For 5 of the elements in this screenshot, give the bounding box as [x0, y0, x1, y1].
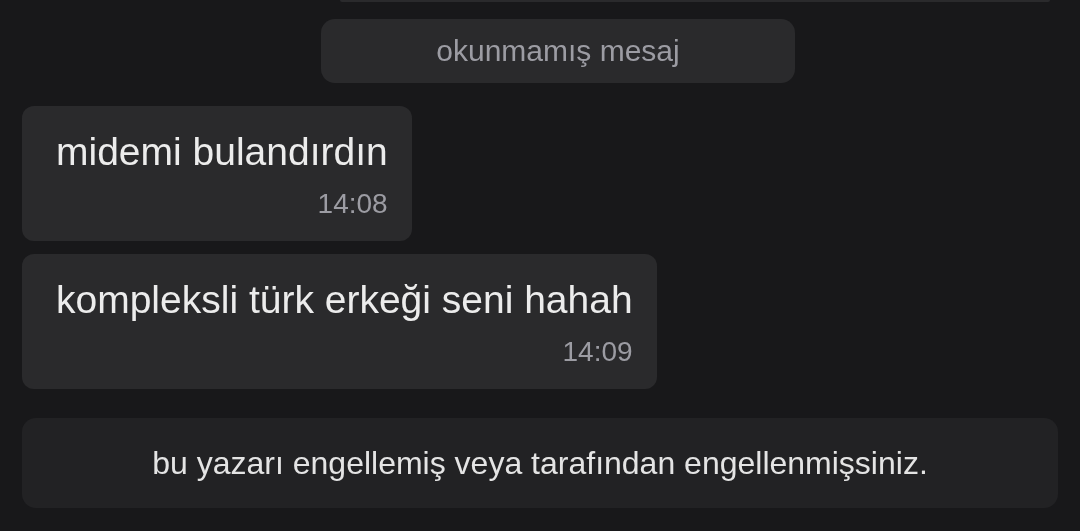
notice-text: bu yazarı engellemiş veya tarafından engellenmişsiniz.	[152, 444, 928, 482]
message-text: kompleksli türk erkeği seni hahah	[56, 278, 633, 322]
message-text: midemi bulandırdın	[56, 130, 388, 174]
message-time: 14:08	[317, 188, 388, 220]
message-time: 14:09	[562, 336, 633, 368]
